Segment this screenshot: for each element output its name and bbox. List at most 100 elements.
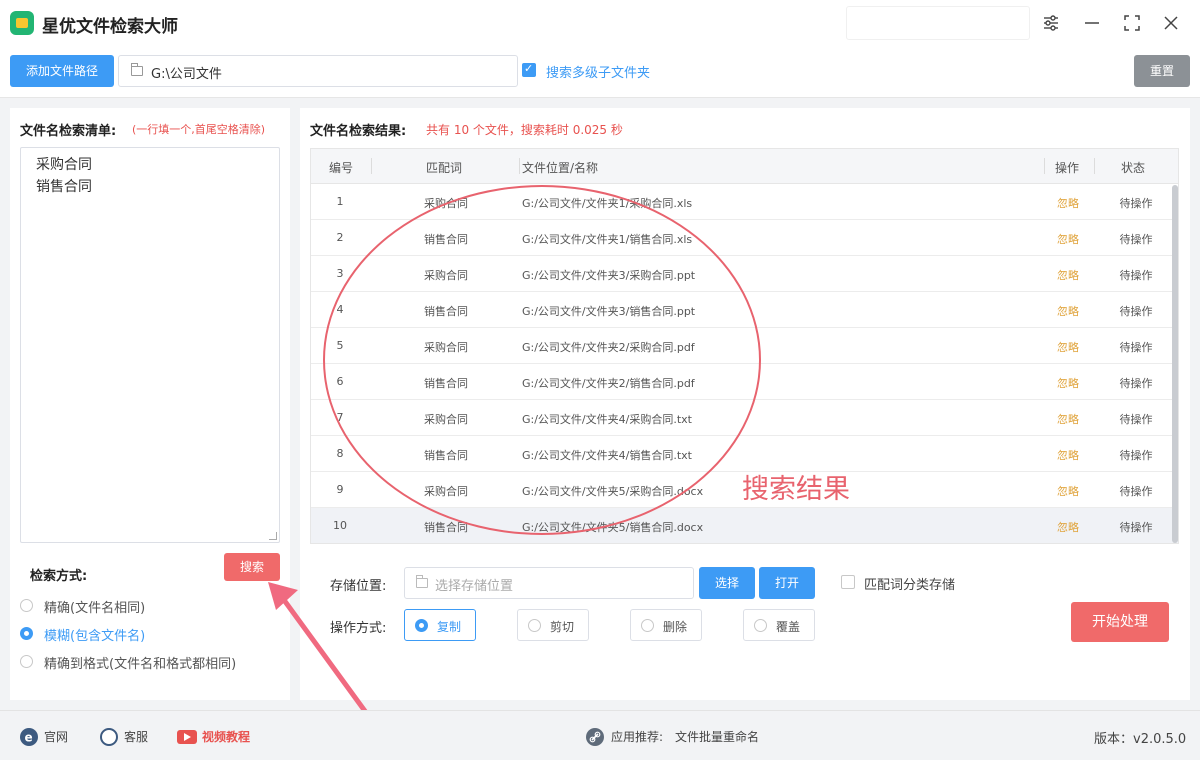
op-delete-label: 删除: [663, 620, 688, 634]
op-overwrite-option[interactable]: 覆盖: [743, 609, 815, 641]
open-storage-button[interactable]: 打开: [759, 567, 815, 599]
table-row[interactable]: 4 销售合同 G:/公司文件/文件夹3/销售合同.ppt 忽略 待操作: [311, 292, 1178, 328]
ignore-action-link[interactable]: 忽略: [1046, 195, 1090, 211]
storage-placeholder: 选择存储位置: [435, 579, 514, 594]
results-summary: 共有 10 个文件，搜索耗时 0.025 秒: [426, 123, 623, 137]
video-icon[interactable]: [177, 730, 197, 744]
cell-path: G:/公司文件/文件夹1/采购合同.xls: [522, 197, 693, 210]
search-button[interactable]: 搜索: [224, 553, 280, 581]
op-cut-option[interactable]: 剪切: [517, 609, 589, 641]
keyword-list-hint: (一行填一个,首尾空格清除): [132, 123, 266, 136]
close-icon[interactable]: [1158, 10, 1184, 36]
ignore-action-link[interactable]: 忽略: [1046, 447, 1090, 463]
resize-grip-icon[interactable]: [269, 532, 277, 540]
mode-fuzzy-radio[interactable]: [20, 627, 33, 640]
ignore-action-link[interactable]: 忽略: [1046, 483, 1090, 499]
table-scrollbar[interactable]: [1172, 185, 1178, 543]
link-chain-icon: [586, 728, 604, 746]
ignore-action-link[interactable]: 忽略: [1046, 411, 1090, 427]
col-header-action[interactable]: 操作: [1055, 159, 1079, 176]
cell-keyword: 采购合同: [424, 485, 468, 498]
ignore-action-link[interactable]: 忽略: [1046, 267, 1090, 283]
mode-exact-format-radio[interactable]: [20, 655, 33, 668]
cell-keyword: 销售合同: [424, 377, 468, 390]
ignore-action-link[interactable]: 忽略: [1046, 339, 1090, 355]
keyword-textarea[interactable]: 采购合同 销售合同: [20, 147, 280, 543]
cell-path: G:/公司文件/文件夹4/采购合同.txt: [522, 413, 692, 426]
op-copy-label: 复制: [437, 620, 462, 634]
storage-label: 存储位置:: [330, 579, 387, 594]
col-header-no[interactable]: 编号: [329, 159, 353, 176]
storage-path-input[interactable]: 选择存储位置: [404, 567, 694, 599]
cell-keyword: 采购合同: [424, 197, 468, 210]
annotation-label: 搜索结果: [742, 474, 850, 505]
add-file-path-button[interactable]: 添加文件路径: [10, 55, 114, 87]
results-panel: 文件名检索结果: 共有 10 个文件，搜索耗时 0.025 秒 编号 匹配词 文…: [300, 108, 1190, 700]
op-copy-option[interactable]: 复制: [404, 609, 476, 641]
op-overwrite-radio: [754, 619, 767, 632]
table-row[interactable]: 3 采购合同 G:/公司文件/文件夹3/采购合同.ppt 忽略 待操作: [311, 256, 1178, 292]
keyword-list-title: 文件名检索清单:: [20, 124, 117, 139]
cell-path: G:/公司文件/文件夹5/采购合同.docx: [522, 485, 704, 498]
cell-keyword: 销售合同: [424, 521, 468, 534]
folder-icon: [131, 63, 143, 76]
recommend-app-link[interactable]: 文件批量重命名: [675, 728, 759, 745]
choose-storage-button[interactable]: 选择: [699, 567, 755, 599]
col-header-keyword[interactable]: 匹配词: [426, 159, 462, 176]
mode-fuzzy-label[interactable]: 模糊(包含文件名): [44, 625, 145, 644]
support-link[interactable]: 客服: [124, 728, 148, 745]
table-row[interactable]: 1 采购合同 G:/公司文件/文件夹1/采购合同.xls 忽略 待操作: [311, 184, 1178, 220]
results-title: 文件名检索结果:: [310, 124, 407, 139]
cell-keyword: 销售合同: [424, 305, 468, 318]
video-tutorial-link[interactable]: 视频教程: [202, 728, 250, 745]
cell-status: 待操作: [1119, 485, 1153, 498]
cell-no: 4: [336, 303, 344, 316]
cell-no: 9: [336, 483, 344, 496]
start-processing-button[interactable]: 开始处理: [1071, 602, 1169, 642]
col-header-path[interactable]: 文件位置/名称: [522, 159, 598, 176]
website-e-icon[interactable]: e: [20, 728, 38, 746]
table-row[interactable]: 10 销售合同 G:/公司文件/文件夹5/销售合同.docx 忽略 待操作: [311, 508, 1178, 543]
cell-status: 待操作: [1119, 341, 1153, 354]
ignore-action-link[interactable]: 忽略: [1046, 375, 1090, 391]
op-cut-label: 剪切: [550, 620, 575, 634]
classify-storage-label[interactable]: 匹配词分类存储: [864, 574, 955, 593]
ignore-action-link[interactable]: 忽略: [1046, 303, 1090, 319]
op-overwrite-label: 覆盖: [776, 620, 801, 634]
reset-button[interactable]: 重置: [1134, 55, 1190, 87]
toolbar: 添加文件路径 G:\公司文件 搜索多级子文件夹 重置: [0, 46, 1200, 98]
cell-status: 待操作: [1119, 377, 1153, 390]
minimize-icon[interactable]: [1079, 10, 1105, 36]
cell-no: 1: [336, 195, 344, 208]
path-input[interactable]: G:\公司文件: [118, 55, 518, 87]
table-row[interactable]: 6 销售合同 G:/公司文件/文件夹2/销售合同.pdf 忽略 待操作: [311, 364, 1178, 400]
ignore-action-link[interactable]: 忽略: [1046, 519, 1090, 535]
subfolder-label[interactable]: 搜索多级子文件夹: [546, 62, 650, 81]
subfolder-checkbox[interactable]: [522, 62, 536, 77]
mode-exact-format-label[interactable]: 精确到格式(文件名和格式都相同): [44, 653, 236, 672]
cell-no: 3: [336, 267, 344, 280]
ignore-action-link[interactable]: 忽略: [1046, 231, 1090, 247]
table-row[interactable]: 7 采购合同 G:/公司文件/文件夹4/采购合同.txt 忽略 待操作: [311, 400, 1178, 436]
col-header-status[interactable]: 状态: [1121, 159, 1145, 176]
cell-keyword: 采购合同: [424, 413, 468, 426]
website-link[interactable]: 官网: [44, 728, 68, 745]
app-logo-icon: [10, 11, 34, 35]
title-bar-blank-field[interactable]: [846, 6, 1030, 40]
settings-sliders-icon[interactable]: [1038, 10, 1064, 36]
cell-path: G:/公司文件/文件夹4/销售合同.txt: [522, 449, 692, 462]
maximize-icon[interactable]: [1119, 10, 1145, 36]
classify-storage-checkbox[interactable]: [841, 575, 855, 589]
app-title: 星优文件检索大师: [42, 17, 178, 37]
mode-exact-label[interactable]: 精确(文件名相同): [44, 597, 145, 616]
folder-icon: [416, 575, 428, 588]
table-row[interactable]: 2 销售合同 G:/公司文件/文件夹1/销售合同.xls 忽略 待操作: [311, 220, 1178, 256]
search-mode-title: 检索方式:: [30, 569, 88, 584]
support-chat-icon[interactable]: [100, 728, 118, 746]
cell-status: 待操作: [1119, 269, 1153, 282]
cell-status: 待操作: [1119, 305, 1153, 318]
table-row[interactable]: 5 采购合同 G:/公司文件/文件夹2/采购合同.pdf 忽略 待操作: [311, 328, 1178, 364]
mode-exact-radio[interactable]: [20, 599, 33, 612]
op-delete-option[interactable]: 删除: [630, 609, 702, 641]
cell-no: 10: [333, 519, 347, 532]
